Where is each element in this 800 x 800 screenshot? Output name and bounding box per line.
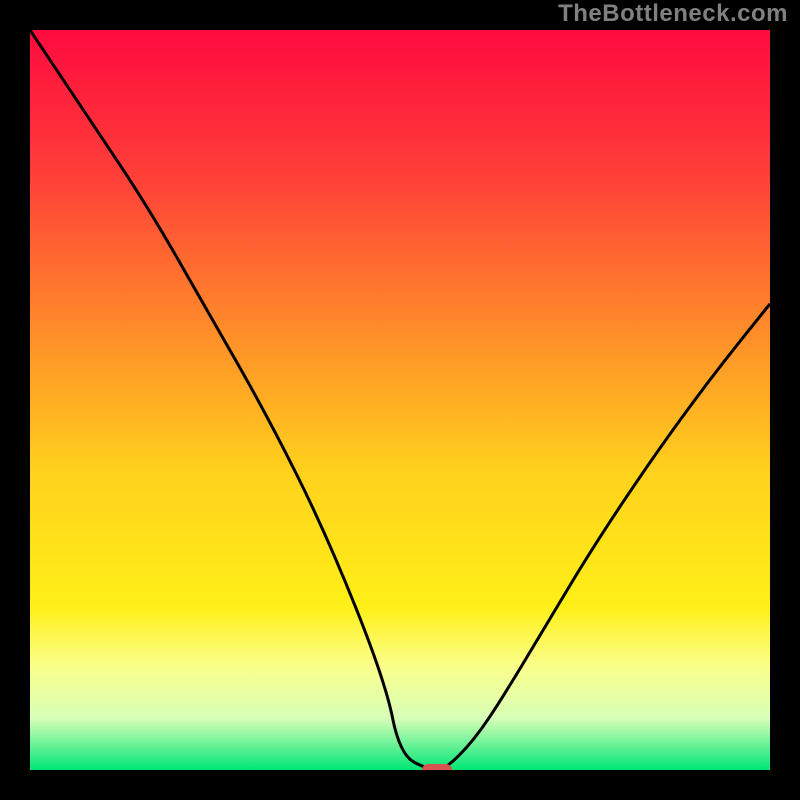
chart-frame: TheBottleneck.com — [0, 0, 800, 800]
plot-area — [30, 30, 770, 770]
optimal-point-marker — [422, 764, 452, 770]
watermark-text: TheBottleneck.com — [558, 0, 788, 28]
bottleneck-chart — [30, 30, 770, 770]
gradient-background — [30, 30, 770, 770]
